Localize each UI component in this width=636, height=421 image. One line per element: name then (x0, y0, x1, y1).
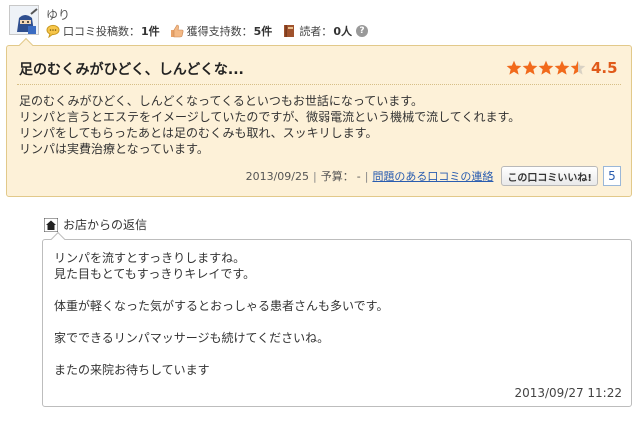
book-icon (284, 25, 295, 37)
support-label: 獲得支持数： (186, 25, 253, 38)
readers-label: 読者： (299, 25, 333, 38)
reply-gap (54, 314, 614, 330)
posts-label: 口コミ投稿数： (63, 25, 140, 38)
star-icon (570, 60, 586, 75)
reply-header: お店からの返信 (44, 216, 147, 233)
reply-body: リンパを流すとすっきりしますね。 見た目もとてもすっきりキレイです。 体重が軽く… (54, 250, 614, 378)
home-icon (44, 217, 58, 232)
reply-gap (54, 346, 614, 362)
review-card: 足のむくみがひどく、しんどくな... 4.5 足のむくみがひどく、しんどくなって… (6, 37, 632, 197)
support-stat: 獲得支持数： 5件 (170, 23, 273, 39)
separator: | (313, 169, 317, 183)
budget-label: 予算： (320, 170, 354, 183)
speech-bubble-icon (46, 24, 60, 38)
review-notch (18, 37, 34, 53)
rating-score: 4.5 (591, 59, 618, 77)
reply-box: リンパを流すとすっきりしますね。 見た目もとてもすっきりキレイです。 体重が軽く… (42, 231, 632, 407)
reply-gap (54, 282, 614, 298)
star-icon (554, 60, 570, 75)
star-icon (506, 60, 522, 75)
review-line: リンパと言うとエステをイメージしていたのですが、微弱電流という機械で流してくれま… (19, 110, 521, 124)
readers-value: 0人 (333, 25, 352, 38)
posts-stat: 口コミ投稿数： 1件 (46, 23, 160, 39)
star-icon (522, 60, 538, 75)
reviewer-name[interactable]: ゆり (46, 6, 70, 23)
star-icon (538, 60, 554, 75)
review-date: 2013/09/25 (245, 169, 310, 183)
help-icon[interactable]: ? (355, 25, 368, 37)
avatar[interactable] (9, 5, 39, 35)
like-review-button[interactable]: この口コミいいね! (501, 166, 598, 186)
reply-line: 家でできるリンパマッサージも続けてくださいね。 (54, 331, 330, 345)
reply-line: またの来院お待ちしています (54, 363, 210, 377)
reviewer-stats: 口コミ投稿数： 1件 獲得支持数： 5件 読者： 0人 ? (46, 22, 378, 40)
reply-line: リンパを流すとすっきりしますね。 (54, 251, 246, 265)
rating-stars: 4.5 (506, 59, 618, 77)
thumbs-up-icon (170, 24, 184, 38)
readers-stat: 読者： 0人 ? (282, 23, 368, 39)
like-count: 5 (603, 166, 621, 186)
review-line: リンパをしてもらったあとは足のむくみも取れ、スッキリします。 (19, 126, 378, 140)
review-footer: 2013/09/25 | 予算： - | 問題のある口コミの連絡 この口コミいい… (246, 165, 621, 187)
review-title[interactable]: 足のむくみがひどく、しんどくな... (19, 59, 244, 79)
reply-date: 2013/09/27 11:22 (514, 386, 622, 400)
budget-value: - (356, 169, 361, 183)
review-line: リンパは実費治療となっています。 (19, 142, 209, 156)
review-divider (17, 84, 621, 85)
star-container (506, 60, 586, 76)
reply-notch (50, 231, 66, 247)
review-line: 足のむくみがひどく、しんどくなってくるといつもお世話になっています。 (19, 94, 424, 108)
review-body: 足のむくみがひどく、しんどくなってくるといつもお世話になっています。 リンパと言… (19, 93, 619, 157)
reply-line: 見た目もとてもすっきりキレイです。 (54, 267, 256, 281)
posts-value: 1件 (141, 25, 160, 38)
separator: | (364, 169, 369, 183)
reply-header-text: お店からの返信 (63, 218, 148, 232)
report-review-link[interactable]: 問題のある口コミの連絡 (372, 168, 493, 184)
support-value: 5件 (253, 25, 273, 38)
reply-line: 体重が軽くなった気がするとおっしゃる患者さんも多いです。 (54, 299, 389, 313)
